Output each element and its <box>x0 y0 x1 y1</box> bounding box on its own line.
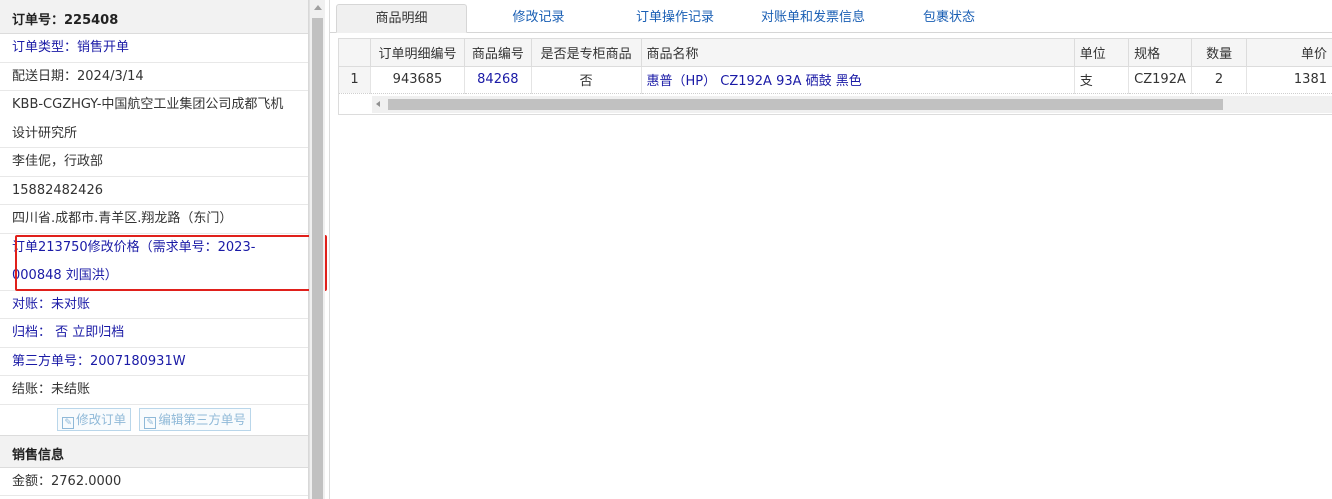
tab-statement-invoice[interactable]: 对账单和发票信息 <box>748 4 878 33</box>
order-info-panel: 订单号：225408 订单类型：销售开单 配送日期：2024/3/14 KBB-… <box>0 0 309 499</box>
column-header[interactable]: 单位 <box>1074 39 1130 67</box>
scroll-up-arrow-icon[interactable] <box>314 5 322 10</box>
counter-flag-cell: 否 <box>531 66 642 94</box>
scroll-left-arrow-icon[interactable] <box>376 101 380 107</box>
unit-cell: 支 <box>1074 66 1130 94</box>
product-grid: 订单明细编号 商品编号 是否是专柜商品 商品名称 单位 规格 数量 单价 1 9… <box>338 38 1332 115</box>
quantity-cell: 2 <box>1191 66 1248 94</box>
row-number: 1 <box>339 66 372 94</box>
column-header[interactable]: 商品编号 <box>464 39 532 67</box>
spec-cell: CZ192A <box>1128 66 1192 94</box>
order-number-header: 订单号：225408 <box>0 0 308 34</box>
tab-bar: 商品明细 修改记录 订单操作记录 对账单和发票信息 包裹状态 <box>330 0 1332 33</box>
edit-icon: ✎ <box>144 416 157 429</box>
order-actions: ✎ 修改订单 ✎ 编辑第三方单号 <box>0 405 308 436</box>
edit-order-label: 修改订单 <box>76 411 127 427</box>
detail-id-cell: 943685 <box>370 66 465 94</box>
detail-panel: 商品明细 修改记录 订单操作记录 对账单和发票信息 包裹状态 订单明细编号 商品… <box>329 0 1332 499</box>
contact-person: 李佳伲，行政部 <box>0 148 308 177</box>
order-type[interactable]: 订单类型：销售开单 <box>0 34 308 63</box>
reconciliation-status[interactable]: 对账：未对账 <box>0 291 308 319</box>
price-change-link[interactable]: 订单213750修改价格（需求单号：2023-000848 刘国洪） <box>0 234 308 291</box>
customer-organization: KBB-CGZHGY-中国航空工业集团公司成都飞机设计研究所 <box>0 91 308 148</box>
archive-status[interactable]: 归档： 否 立即归档 <box>0 319 308 348</box>
unit-price-cell: 1381 <box>1246 66 1332 94</box>
left-panel-scrollbar[interactable] <box>309 0 325 499</box>
product-id-link[interactable]: 84268 <box>464 66 532 94</box>
product-table: 订单明细编号 商品编号 是否是专柜商品 商品名称 单位 规格 数量 单价 1 9… <box>339 39 1332 94</box>
product-name-link[interactable]: 惠普（HP） CZ192A 93A 硒鼓 黑色 <box>641 66 1075 94</box>
column-header[interactable]: 单价 <box>1246 39 1332 67</box>
third-party-order-number[interactable]: 第三方单号：2007180931W <box>0 348 308 376</box>
edit-order-button[interactable]: ✎ 修改订单 <box>57 407 132 431</box>
tab-package-status[interactable]: 包裹状态 <box>908 4 990 33</box>
column-header[interactable]: 商品名称 <box>641 39 1075 67</box>
edit-third-party-label: 编辑第三方单号 <box>158 411 246 427</box>
scrollbar-thumb[interactable] <box>312 18 323 499</box>
edit-third-party-button[interactable]: ✎ 编辑第三方单号 <box>139 407 251 431</box>
sales-info-header: 销售信息 <box>0 435 308 468</box>
scrollbar-thumb[interactable] <box>388 99 1223 110</box>
edit-icon: ✎ <box>62 416 75 429</box>
column-header[interactable]: 数量 <box>1191 39 1248 67</box>
delivery-date: 配送日期：2024/3/14 <box>0 63 308 91</box>
tab-product-details[interactable]: 商品明细 <box>336 4 467 33</box>
table-header-row: 订单明细编号 商品编号 是否是专柜商品 商品名称 单位 规格 数量 单价 <box>339 39 1332 67</box>
grid-horizontal-scrollbar[interactable] <box>372 96 1332 113</box>
sales-amount: 金额：2762.0000 <box>0 468 308 496</box>
column-header[interactable]: 规格 <box>1128 39 1192 67</box>
tab-operation-log[interactable]: 订单操作记录 <box>619 4 731 33</box>
rownum-header <box>339 39 372 67</box>
table-row[interactable]: 1 943685 84268 否 惠普（HP） CZ192A 93A 硒鼓 黑色… <box>339 66 1332 94</box>
contact-phone: 15882482426 <box>0 177 308 205</box>
tab-modification-log[interactable]: 修改记录 <box>490 4 587 33</box>
delivery-address: 四川省.成都市.青羊区.翔龙路（东门） <box>0 205 308 234</box>
column-header[interactable]: 订单明细编号 <box>370 39 465 67</box>
settlement-status: 结账：未结账 <box>0 376 308 405</box>
column-header[interactable]: 是否是专柜商品 <box>531 39 642 67</box>
